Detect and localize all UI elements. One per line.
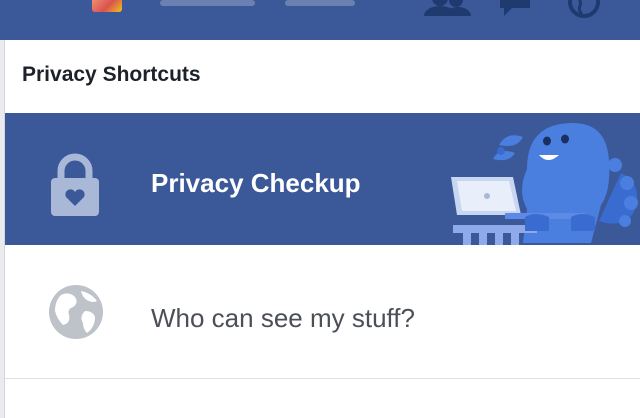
profile-thumbnail[interactable] (92, 0, 122, 12)
privacy-shortcuts-panel: Privacy Shortcuts Privacy Checkup Who ca… (4, 40, 640, 418)
profile-name-placeholder[interactable] (160, 0, 255, 6)
privacy-checkup-item[interactable]: Privacy Checkup (5, 113, 640, 245)
nav-link-placeholder[interactable] (285, 0, 355, 6)
top-navigation-bar (0, 0, 640, 40)
globe-notifications-icon[interactable] (566, 0, 602, 20)
privacy-dinosaur-illustration (451, 123, 638, 245)
friends-icon[interactable] (420, 0, 474, 16)
privacy-checkup-label: Privacy Checkup (151, 168, 361, 198)
who-can-see-my-stuff-item[interactable]: Who can see my stuff? (5, 245, 640, 379)
section-title: Privacy Shortcuts (22, 63, 201, 86)
messages-icon[interactable] (498, 0, 534, 18)
who-can-see-my-stuff-label: Who can see my stuff? (151, 303, 415, 333)
globe-icon (49, 285, 103, 339)
lock-icon (51, 153, 99, 216)
